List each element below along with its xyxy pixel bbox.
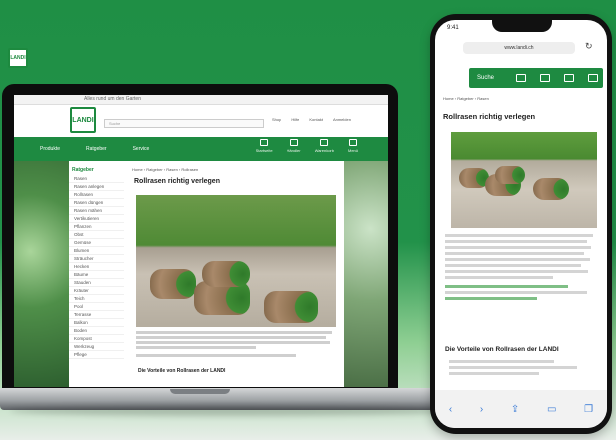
tabs-icon[interactable]: ❐ [584, 404, 593, 415]
sidebar-item[interactable]: Sträucher [69, 255, 124, 263]
reload-icon[interactable]: ↻ [585, 41, 593, 52]
turf-roll [264, 291, 318, 323]
mobile-landi-logo[interactable]: LANDI [8, 48, 28, 68]
nav-item-service[interactable]: Service [133, 146, 150, 152]
sidebar: Ratgeber Rasen Rasen anlegen Rollrasen Rase… [69, 165, 124, 387]
turf-roll [495, 166, 525, 184]
phone-screen: 9:41 www.landi.ch ↻ Suche Home › Ratgebe… [435, 20, 607, 428]
home-icon [260, 139, 269, 146]
status-time: 9:41 [447, 25, 459, 31]
nav-menu[interactable]: Menü [348, 139, 358, 153]
sidebar-item[interactable]: Rasen [69, 175, 124, 183]
mobile-subheading: Die Vorteile von Rollrasen der LANDI [445, 346, 559, 353]
cart-icon[interactable] [564, 74, 575, 82]
bookmarks-icon[interactable]: ▭ [547, 404, 556, 415]
nav-store[interactable]: Händler [287, 139, 301, 153]
sidebar-item[interactable]: Kräuter [69, 287, 124, 295]
mobile-article-image [451, 132, 597, 228]
store-icon [289, 139, 298, 146]
article-text [136, 331, 336, 359]
sidebar-item[interactable]: Obst [69, 231, 124, 239]
sidebar-item[interactable]: Pflege [69, 351, 124, 359]
menu-icon [348, 139, 357, 146]
sidebar-item[interactable]: Rasen mähen [69, 207, 124, 215]
sidebar-item[interactable]: Pflanzen [69, 223, 124, 231]
top-links: Shop Hilfe Kontakt Anmelden [272, 117, 351, 122]
sidebar-item[interactable]: Blumen [69, 247, 124, 255]
background-photo-right [344, 161, 388, 387]
search-placeholder: Suche [109, 121, 121, 126]
landi-logo[interactable]: LANDI [70, 107, 96, 133]
nav-cart[interactable]: Warenkorb [315, 139, 334, 153]
breadcrumb[interactable]: Home › Ratgeber › Rasen › Rollrasen [132, 167, 198, 172]
sidebar-item[interactable]: Kompost [69, 335, 124, 343]
sidebar-item[interactable]: Stauden [69, 279, 124, 287]
mobile-article-text [445, 234, 599, 303]
sidebar-item[interactable]: Rollrasen [69, 191, 124, 199]
back-icon[interactable]: ‹ [449, 404, 452, 415]
sidebar-item[interactable]: Boden [69, 327, 124, 335]
sidebar-item[interactable]: Werkzeug [69, 343, 124, 351]
nav-item-products[interactable]: Produkte [40, 146, 60, 152]
store-icon[interactable] [540, 74, 551, 82]
sidebar-item[interactable]: Pool [69, 303, 124, 311]
toplink-login[interactable]: Anmelden [333, 117, 351, 122]
site-topbar: Alles rund um den Garten [14, 95, 388, 105]
article-image [136, 195, 336, 327]
mobile-page-title: Rollrasen richtig verlegen [443, 112, 536, 121]
toplink-shop[interactable]: Shop [272, 117, 281, 122]
nav-item-guide[interactable]: Ratgeber [86, 146, 107, 152]
background-photo-left [14, 161, 69, 387]
search-input[interactable]: Suche [104, 119, 264, 128]
url-text: www.landi.ch [504, 44, 534, 51]
url-bar[interactable]: www.landi.ch [463, 42, 575, 54]
laptop-hinge [170, 389, 230, 394]
share-icon[interactable]: ⇪ [511, 404, 519, 415]
laptop-shadow [10, 406, 450, 416]
toplink-help[interactable]: Hilfe [291, 117, 299, 122]
sidebar-item[interactable]: Bäume [69, 271, 124, 279]
sidebar-item[interactable]: Hecken [69, 263, 124, 271]
browser-toolbar: ‹ › ⇪ ▭ ❐ [435, 390, 607, 428]
turf-roll [533, 178, 569, 200]
mobile-search-label[interactable]: Suche [477, 75, 494, 81]
mobile-bullet-list [449, 360, 599, 378]
topbar-text: Alles rund um den Garten [84, 96, 141, 102]
turf-roll [150, 269, 196, 299]
laptop-screen: Alles rund um den Garten LANDI Suche Sho… [14, 95, 388, 387]
mobile-breadcrumb[interactable]: Home › Ratgeber › Rasen [443, 96, 489, 101]
sidebar-item[interactable]: Balkon [69, 319, 124, 327]
page-title: Rollrasen richtig verlegen [134, 178, 220, 185]
cart-icon [320, 139, 329, 146]
sidebar-item[interactable]: Gemüse [69, 239, 124, 247]
sidebar-item[interactable]: Teich [69, 295, 124, 303]
sidebar-item[interactable]: Vertikutieren [69, 215, 124, 223]
main-nav: Produkte Ratgeber Service Startseite Hän… [14, 137, 388, 161]
article: Home › Ratgeber › Rasen › Rollrasen Roll… [126, 165, 344, 387]
turf-roll [202, 261, 250, 287]
nav-home[interactable]: Startseite [256, 139, 273, 153]
toplink-contact[interactable]: Kontakt [309, 117, 323, 122]
sidebar-title: Ratgeber [72, 167, 94, 173]
user-icon[interactable] [516, 74, 527, 82]
phone-notch [492, 20, 552, 32]
forward-icon[interactable]: › [480, 404, 483, 415]
sidebar-item[interactable]: Rasen anlegen [69, 183, 124, 191]
article-subheading: Die Vorteile von Rollrasen der LANDI [138, 368, 226, 374]
sidebar-item[interactable]: Terrasse [69, 311, 124, 319]
mobile-nav: Suche [469, 68, 603, 88]
menu-icon[interactable] [588, 74, 599, 82]
sidebar-item[interactable]: Rasen düngen [69, 199, 124, 207]
